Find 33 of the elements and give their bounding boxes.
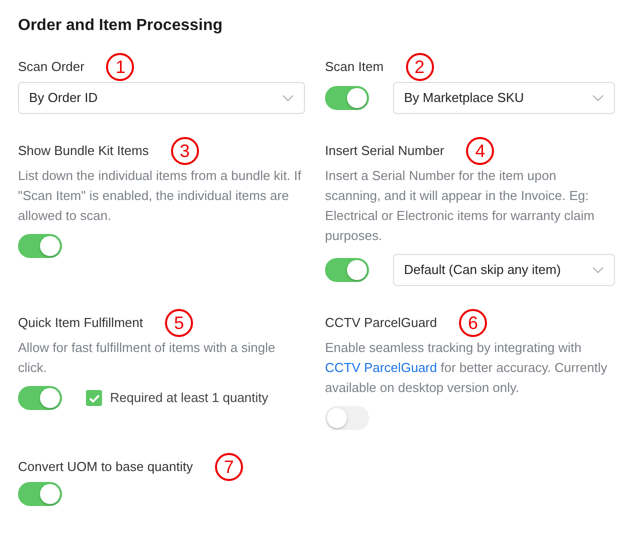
parcelguard-link[interactable]: CCTV ParcelGuard bbox=[325, 360, 437, 375]
chevron-down-icon bbox=[592, 266, 604, 274]
annotation-marker: 5 bbox=[164, 309, 193, 337]
toggle-switch[interactable] bbox=[325, 258, 369, 282]
toggle-switch[interactable] bbox=[18, 482, 62, 506]
setting-description: List down the individual items from a bundle kit. If "Scan Item" is enabled, the individual items are allowed to scan. bbox=[18, 167, 302, 225]
setting-label: CCTV ParcelGuard bbox=[325, 314, 437, 332]
checkbox-label: Required at least 1 quantity bbox=[110, 389, 268, 408]
setting-label: Scan Order bbox=[18, 58, 84, 76]
chevron-down-icon bbox=[592, 94, 604, 102]
annotation-marker: 4 bbox=[466, 137, 494, 165]
dropdown-select[interactable]: Default (Can skip any item) bbox=[393, 254, 615, 286]
setting-label: Scan Item bbox=[325, 58, 384, 76]
annotation-marker: 6 bbox=[458, 309, 487, 337]
toggle-switch[interactable] bbox=[325, 406, 369, 430]
setting-label: Insert Serial Number bbox=[325, 142, 444, 160]
setting-description: Enable seamless tracking by integrating with CCTV ParcelGuard for better accuracy. Currently available on desktop version only. bbox=[325, 339, 608, 397]
annotation-marker: 7 bbox=[214, 453, 243, 481]
dropdown-select[interactable]: By Marketplace SKU bbox=[393, 82, 615, 114]
annotation-marker: 3 bbox=[170, 137, 199, 165]
setting-description: Insert a Serial Number for the item upon scanning, and it will appear in the Invoice. Eg: Electrical or Electronic items for warranty claim purposes. bbox=[325, 167, 596, 245]
setting-label: Convert UOM to base quantity bbox=[18, 458, 193, 476]
setting-label: Show Bundle Kit Items bbox=[18, 142, 149, 160]
dropdown-select[interactable]: By Order ID bbox=[18, 82, 305, 114]
checkbox[interactable] bbox=[86, 390, 102, 406]
section-title: Order and Item Processing bbox=[18, 16, 224, 36]
setting-description: Allow for fast fulfillment of items with a single click. bbox=[18, 339, 276, 377]
toggle-switch[interactable] bbox=[325, 86, 369, 110]
toggle-switch[interactable] bbox=[18, 234, 62, 258]
check-icon bbox=[88, 394, 100, 402]
toggle-switch[interactable] bbox=[18, 386, 62, 410]
setting-label: Quick Item Fulfillment bbox=[18, 314, 143, 332]
chevron-down-icon bbox=[282, 94, 294, 102]
